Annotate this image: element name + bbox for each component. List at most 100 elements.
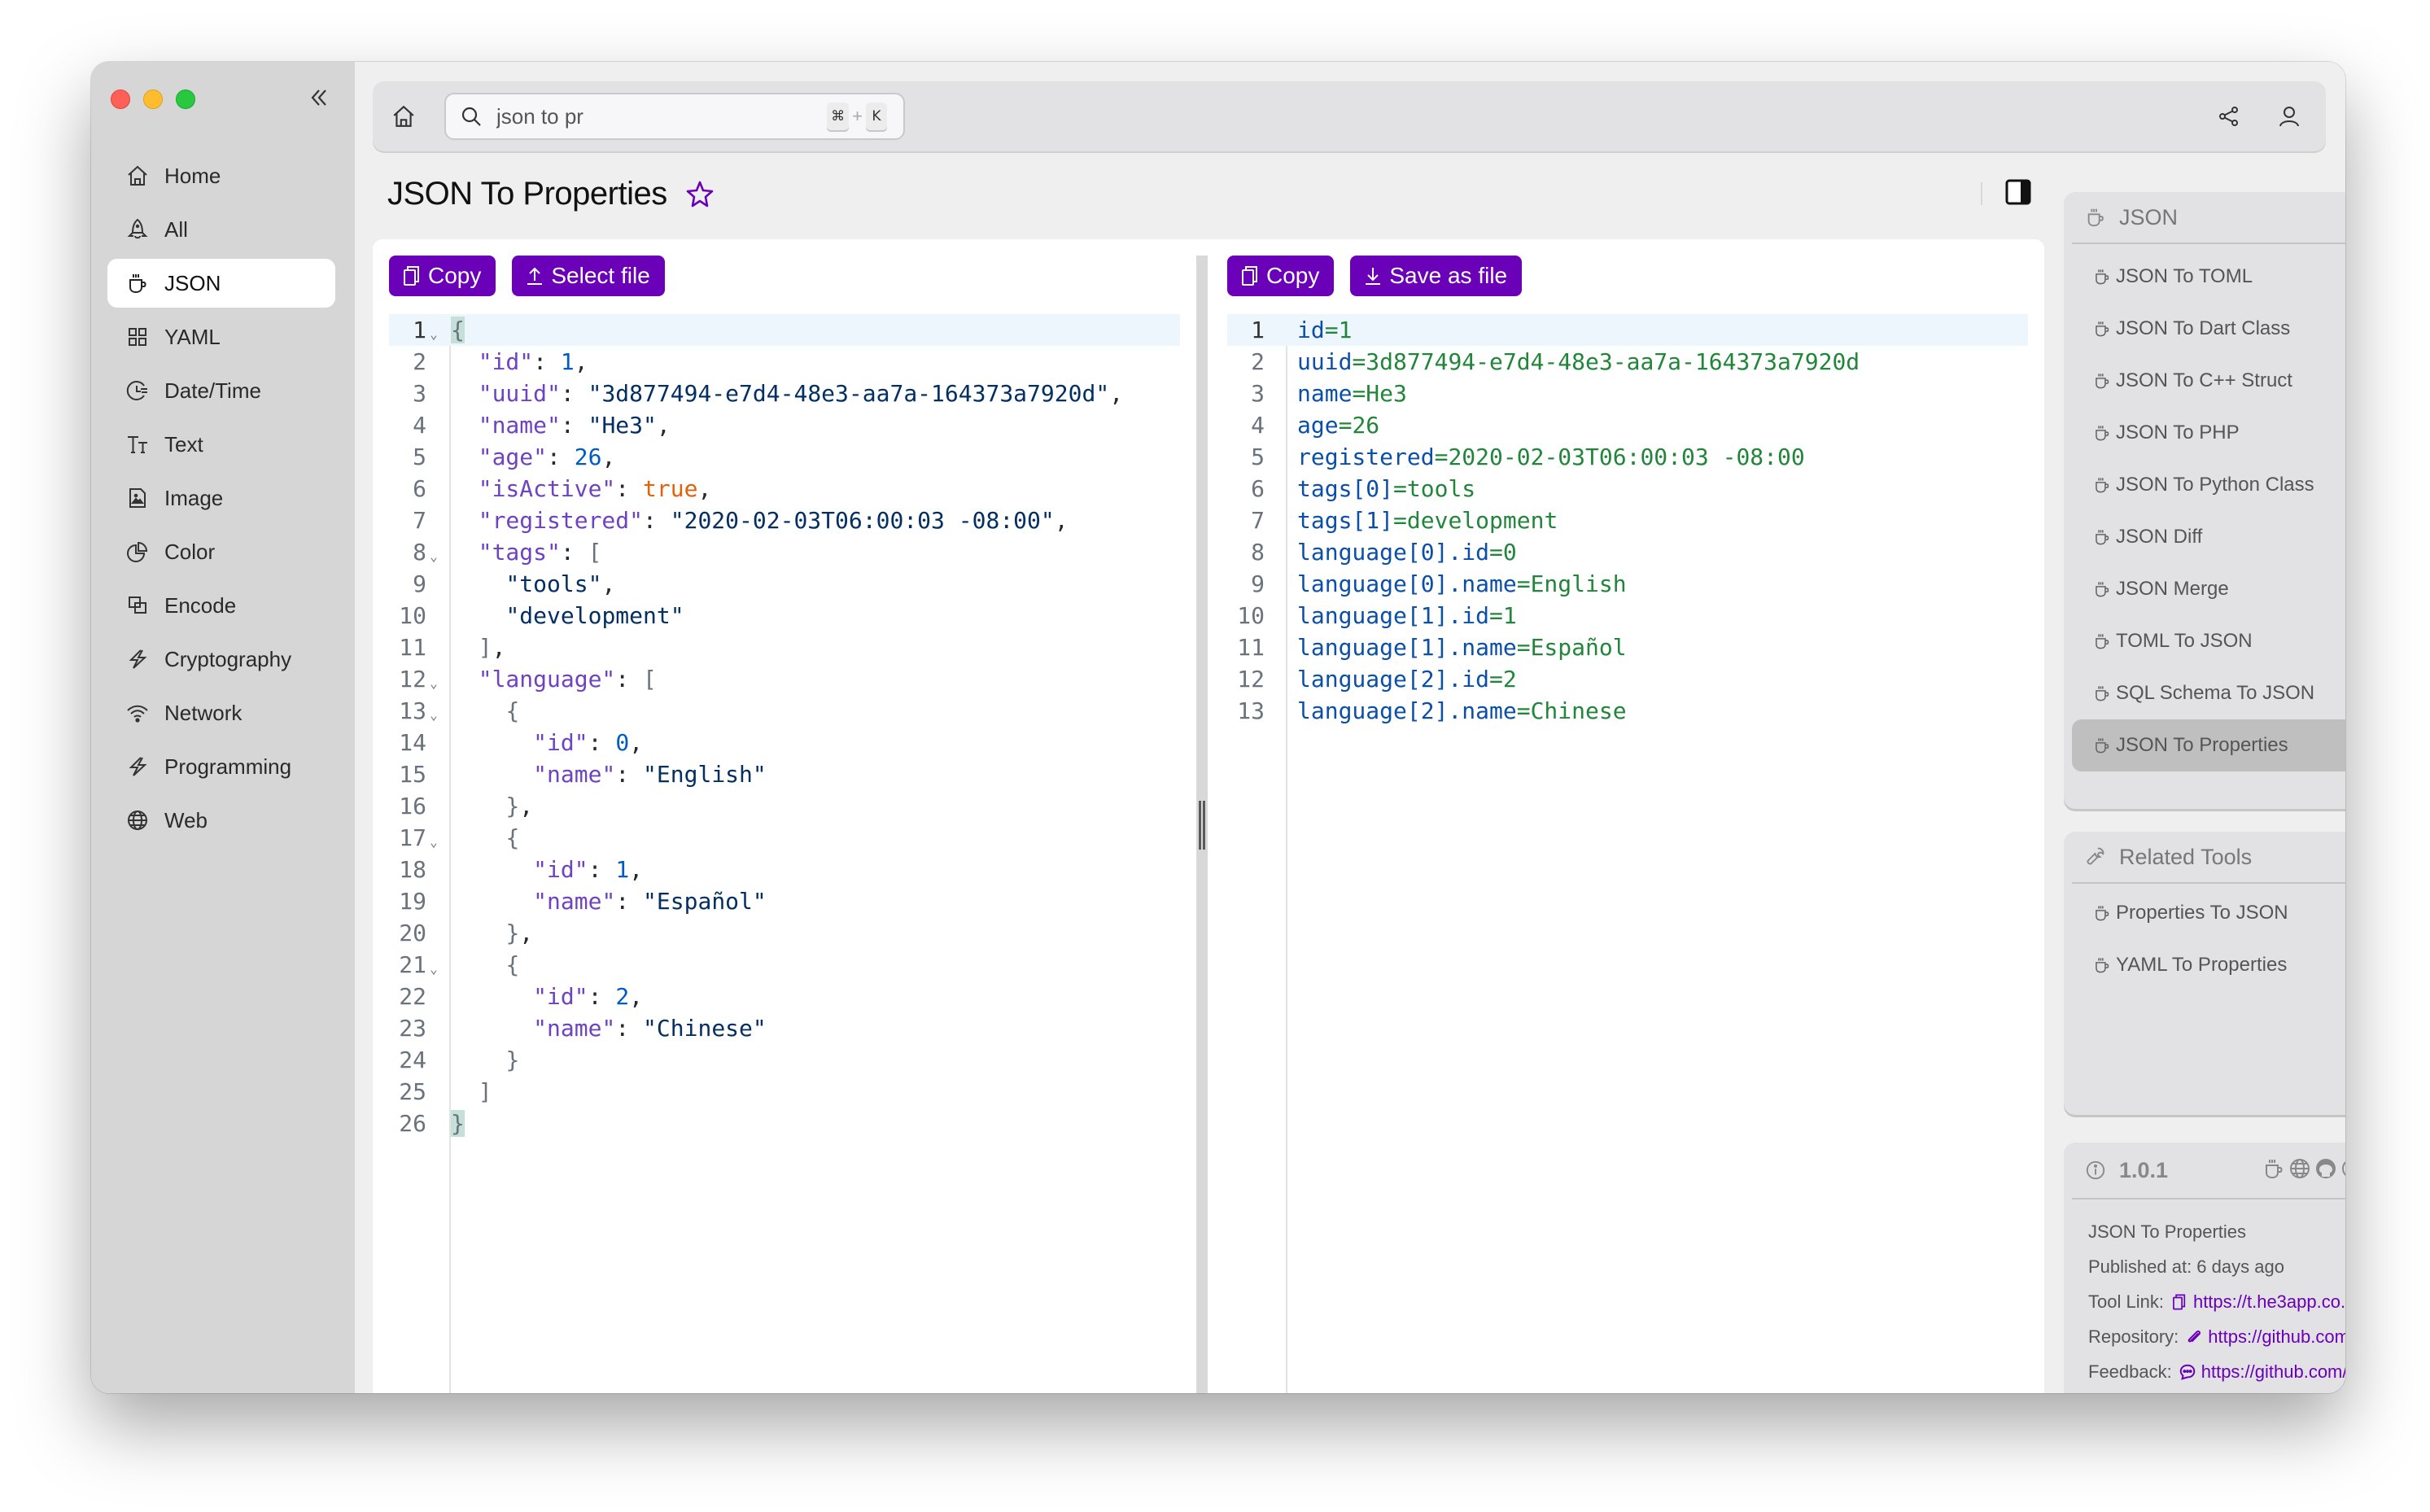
line-number: 11	[1237, 634, 1265, 661]
sidebar-item-json[interactable]: JSON	[107, 259, 335, 308]
sidebar-item-all[interactable]: All	[107, 205, 335, 254]
code-line[interactable]: 1 ⌄{	[389, 314, 1180, 346]
toggle-side-panel-button[interactable]	[2002, 176, 2034, 208]
search-box[interactable]: ⌘ + K	[444, 93, 905, 140]
feedback-link[interactable]: https://github.com/...	[2179, 1361, 2345, 1383]
home-button[interactable]	[389, 102, 418, 131]
output-line[interactable]: 12 language[2].id=2	[1227, 663, 2028, 695]
category-tool-item[interactable]: JSON Merge	[2072, 563, 2345, 615]
copy-output-button[interactable]: Copy	[1227, 256, 1335, 296]
code-line[interactable]: 21 ⌄ {	[389, 949, 1180, 981]
output-line[interactable]: 3 name=He3	[1227, 378, 2028, 409]
category-tool-item[interactable]: JSON To TOML	[2072, 251, 2345, 303]
maximize-window-button[interactable]	[176, 90, 195, 109]
code-line[interactable]: 19 "name": "Español"	[389, 885, 1180, 917]
code-line[interactable]: 16 },	[389, 790, 1180, 822]
code-line[interactable]: 10 "development"	[389, 600, 1180, 631]
tool-item-label: JSON To C++ Struct	[2116, 369, 2292, 391]
code-line[interactable]: 22 "id": 2,	[389, 981, 1180, 1012]
output-line[interactable]: 2 uuid=3d877494-e7d4-48e3-aa7a-164373a792…	[1227, 346, 2028, 378]
code-line[interactable]: 4 "name": "He3",	[389, 409, 1180, 441]
property-text: language[1].id=1	[1265, 600, 2028, 631]
code-line[interactable]: 26}	[389, 1108, 1180, 1139]
category-tool-item[interactable]: JSON To Dart Class	[2072, 303, 2345, 355]
json-input-editor[interactable]: 1 ⌄{2 "id": 1, 3 "uuid": "3d877494-e7d4-48…	[389, 314, 1180, 1393]
category-tool-item[interactable]: JSON To Python Class	[2072, 459, 2345, 511]
code-line[interactable]: 8 ⌄ "tags": [	[389, 536, 1180, 568]
sidebar-item-home[interactable]: Home	[107, 151, 335, 200]
output-line[interactable]: 11 language[1].name=Español	[1227, 631, 2028, 663]
sidebar-item-color[interactable]: Color	[107, 527, 335, 576]
output-line[interactable]: 13 language[2].name=Chinese	[1227, 695, 2028, 727]
sidebar-item-encode[interactable]: Encode	[107, 581, 335, 630]
code-line[interactable]: 2 "id": 1,	[389, 346, 1180, 378]
globe-icon[interactable]	[2288, 1157, 2311, 1180]
sidebar-item-date-time[interactable]: Date/Time	[107, 366, 335, 415]
tool-info-header[interactable]: 1.0.1	[2072, 1143, 2345, 1200]
code-line[interactable]: 14 "id": 0,	[389, 727, 1180, 758]
output-line[interactable]: 7 tags[1]=development	[1227, 505, 2028, 536]
category-tool-item[interactable]: SQL Schema To JSON	[2072, 667, 2345, 719]
favorite-button[interactable]	[685, 180, 715, 209]
category-tool-item[interactable]: JSON To PHP	[2072, 407, 2345, 459]
code-line[interactable]: 6 "isActive": true,	[389, 473, 1180, 505]
code-line[interactable]: 11 ],	[389, 631, 1180, 663]
code-line[interactable]: 20 },	[389, 917, 1180, 949]
tool-link[interactable]: https://t.he3app.co...	[2170, 1291, 2345, 1313]
related-tool-item[interactable]: YAML To Properties	[2072, 939, 2345, 991]
properties-output-editor[interactable]: 1 id=1 2 uuid=3d877494-e7d4-48e3-aa7a-16437…	[1227, 314, 2028, 1393]
sidebar-item-text[interactable]: Text	[107, 420, 335, 469]
output-line[interactable]: 6 tags[0]=tools	[1227, 473, 2028, 505]
code-line[interactable]: 15 "name": "English"	[389, 758, 1180, 790]
repository-link[interactable]: https://github.com...	[2185, 1326, 2345, 1348]
sidebar-item-cryptography[interactable]: Cryptography	[107, 635, 335, 684]
sidebar-item-web[interactable]: Web	[107, 796, 335, 845]
code-line[interactable]: 9 "tools",	[389, 568, 1180, 600]
code-line[interactable]: 3 "uuid": "3d877494-e7d4-48e3-aa7a-16437…	[389, 378, 1180, 409]
category-tool-item[interactable]: JSON To C++ Struct	[2072, 355, 2345, 407]
property-text: registered=2020-02-03T06:00:03 -08:00	[1265, 441, 2028, 473]
related-tools-header[interactable]: Related Tools	[2072, 832, 2345, 884]
sidebar-item-programming[interactable]: Programming	[107, 742, 335, 791]
github-icon[interactable]	[2314, 1157, 2337, 1180]
code-line[interactable]: 13 ⌄ {	[389, 695, 1180, 727]
sidebar-item-image[interactable]: Image	[107, 474, 335, 522]
related-tools-panel: Related Tools Properties To JSON YAML To …	[2064, 832, 2345, 1115]
tool-item-label: JSON To TOML	[2116, 265, 2253, 287]
collapse-sidebar-button[interactable]	[304, 83, 334, 112]
category-tool-item[interactable]: TOML To JSON	[2072, 615, 2345, 667]
close-window-button[interactable]	[111, 90, 130, 109]
splitter-handle-icon[interactable]	[1199, 801, 1205, 850]
save-as-file-button[interactable]: Save as file	[1350, 256, 1523, 296]
category-tool-item[interactable]: JSON To Properties	[2072, 719, 2345, 771]
coffee-cup-icon[interactable]	[2262, 1157, 2285, 1180]
code-line[interactable]: 23 "name": "Chinese"	[389, 1012, 1180, 1044]
sidebar-item-yaml[interactable]: YAML	[107, 312, 335, 361]
output-line[interactable]: 5 registered=2020-02-03T06:00:03 -08:00	[1227, 441, 2028, 473]
related-tool-item[interactable]: Properties To JSON	[2072, 887, 2345, 939]
pane-splitter[interactable]	[1196, 256, 1208, 1393]
output-line[interactable]: 8 language[0].id=0	[1227, 536, 2028, 568]
code-line[interactable]: 25 ]	[389, 1076, 1180, 1108]
copy-input-button[interactable]: Copy	[389, 256, 496, 296]
code-line[interactable]: 17 ⌄ {	[389, 822, 1180, 854]
search-input[interactable]	[496, 103, 789, 129]
minimize-window-button[interactable]	[143, 90, 163, 109]
output-line[interactable]: 9 language[0].name=English	[1227, 568, 2028, 600]
select-file-button[interactable]: Select file	[512, 256, 665, 296]
category-panel-header[interactable]: JSON	[2072, 192, 2345, 244]
code-line[interactable]: 5 "age": 26,	[389, 441, 1180, 473]
sidebar-item-network[interactable]: Network	[107, 688, 335, 737]
account-button[interactable]	[2274, 101, 2305, 132]
code-line[interactable]: 18 "id": 1,	[389, 854, 1180, 885]
check-circle-icon[interactable]	[2340, 1157, 2345, 1180]
output-line[interactable]: 10 language[1].id=1	[1227, 600, 2028, 631]
code-line[interactable]: 7 "registered": "2020-02-03T06:00:03 -08…	[389, 505, 1180, 536]
output-line[interactable]: 1 id=1	[1227, 314, 2028, 346]
share-button[interactable]	[2214, 101, 2244, 132]
category-tool-item[interactable]: JSON Diff	[2072, 511, 2345, 563]
sidebar-nav: Home All JSON YAML Date/Time Text Image …	[107, 151, 335, 850]
output-line[interactable]: 4 age=26	[1227, 409, 2028, 441]
code-line[interactable]: 12 ⌄ "language": [	[389, 663, 1180, 695]
code-line[interactable]: 24 }	[389, 1044, 1180, 1076]
